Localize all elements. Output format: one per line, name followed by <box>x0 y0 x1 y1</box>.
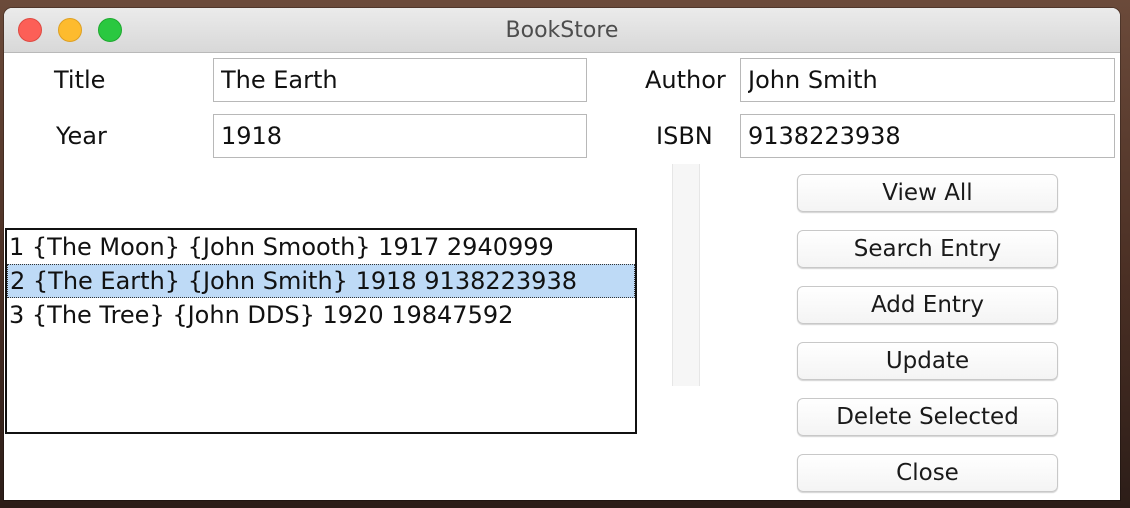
title-input[interactable] <box>213 58 587 102</box>
author-label: Author <box>645 66 726 94</box>
window-title: BookStore <box>505 18 619 43</box>
delete-selected-button[interactable]: Delete Selected <box>797 398 1058 436</box>
books-listbox[interactable]: 1 {The Moon} {John Smooth} 1917 2940999 … <box>5 228 637 434</box>
title-bar[interactable]: BookStore <box>4 8 1120 53</box>
author-input[interactable] <box>740 58 1115 102</box>
list-item[interactable]: 3 {The Tree} {John DDS} 1920 19847592 <box>7 298 635 332</box>
search-entry-button[interactable]: Search Entry <box>797 230 1058 268</box>
add-entry-button[interactable]: Add Entry <box>797 286 1058 324</box>
list-item-selected[interactable]: 2 {The Earth} {John Smith} 1918 91382239… <box>7 264 635 298</box>
title-label: Title <box>54 66 106 94</box>
update-button[interactable]: Update <box>797 342 1058 380</box>
isbn-input[interactable] <box>740 114 1115 158</box>
view-all-button[interactable]: View All <box>797 174 1058 212</box>
close-button[interactable]: Close <box>797 454 1058 492</box>
year-label: Year <box>56 122 107 150</box>
year-input[interactable] <box>213 114 587 158</box>
listbox-scrollbar[interactable] <box>672 164 700 386</box>
isbn-label: ISBN <box>656 122 713 150</box>
list-item[interactable]: 1 {The Moon} {John Smooth} 1917 2940999 <box>7 230 635 264</box>
bookstore-window: BookStore Title Author Year ISBN 1 {The … <box>4 8 1120 500</box>
